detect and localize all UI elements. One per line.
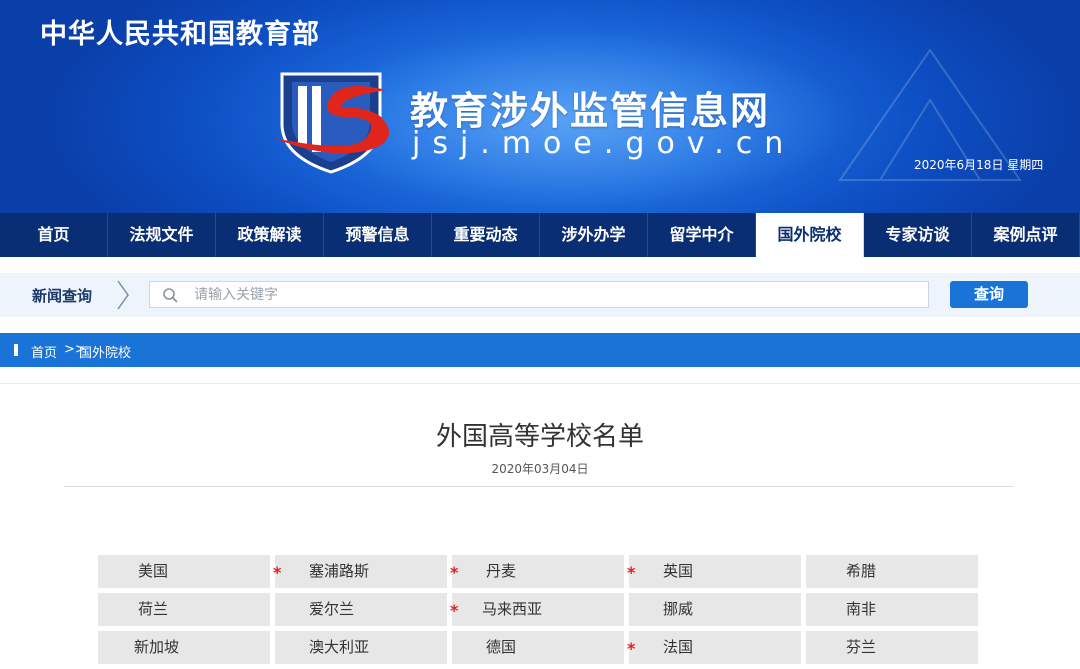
country-name: 南非 <box>846 600 877 618</box>
search-button[interactable]: 查询 <box>950 281 1028 308</box>
chevron-right-icon <box>117 280 129 310</box>
country-cell[interactable]: 芬兰 <box>806 631 978 664</box>
breadcrumb-current-link[interactable]: 国外院校 <box>79 342 131 361</box>
site-banner: 中华人民共和国教育部 教育涉外监管信息网 jsj.moe.gov.cn 2020… <box>0 0 1080 213</box>
search-icon <box>163 288 178 303</box>
country-cell[interactable]: 荷兰 <box>98 593 270 626</box>
country-cell[interactable]: * 马来西亚 <box>450 593 624 626</box>
article-title: 外国高等学校名单 <box>435 422 644 452</box>
country-row: 美国 * 塞浦路斯 * 丹麦 * 英国 希腊 <box>98 555 978 588</box>
nav-item-expert-interviews[interactable]: 专家访谈 <box>864 213 972 257</box>
country-name: 丹麦 <box>486 562 517 580</box>
asterisk-icon: * <box>273 563 282 582</box>
asterisk-icon: * <box>450 563 459 582</box>
country-cell[interactable]: 新加坡 <box>98 631 270 664</box>
ministry-name: 中华人民共和国教育部 <box>40 19 320 50</box>
country-cell[interactable]: * 丹麦 <box>450 555 624 588</box>
country-name: 希腊 <box>846 562 877 580</box>
country-cell[interactable]: * 英国 <box>627 555 801 588</box>
country-row: 荷兰 爱尔兰 * 马来西亚 挪威 南非 <box>98 593 978 626</box>
search-label: 新闻查询 <box>32 287 93 305</box>
current-date: 2020年6月18日 星期四 <box>914 158 1044 172</box>
country-table: 美国 * 塞浦路斯 * 丹麦 * 英国 希腊荷兰 爱尔兰 * 马来西亚 挪威 南非新加坡 澳大利亚 德国 * 法… <box>98 555 978 669</box>
country-cell[interactable]: 爱尔兰 <box>275 593 447 626</box>
country-cell[interactable]: * 塞浦路斯 <box>273 555 447 588</box>
nav-item-study-agencies[interactable]: 留学中介 <box>648 213 756 257</box>
search-input[interactable] <box>194 282 914 307</box>
nav-item-news[interactable]: 重要动态 <box>432 213 540 257</box>
country-name: 新加坡 <box>134 638 180 656</box>
breadcrumb-marker <box>14 344 18 356</box>
country-name: 荷兰 <box>138 600 169 618</box>
country-name: 塞浦路斯 <box>309 562 370 580</box>
nav-item-home[interactable]: 首页 <box>0 213 108 257</box>
country-name: 德国 <box>486 638 517 656</box>
title-divider <box>64 486 1014 487</box>
breadcrumb: 首页 >> 国外院校 <box>0 333 1080 367</box>
country-cell[interactable]: 美国 <box>98 555 270 588</box>
country-name: 马来西亚 <box>482 600 543 618</box>
country-cell[interactable]: * 法国 <box>627 631 801 664</box>
breadcrumb-home-link[interactable]: 首页 <box>31 342 57 361</box>
country-cell[interactable]: 澳大利亚 <box>275 631 447 664</box>
nav-item-foreign-institutions[interactable]: 国外院校 <box>756 213 864 257</box>
nav-item-policy-interpretation[interactable]: 政策解读 <box>216 213 324 257</box>
country-name: 美国 <box>138 562 169 580</box>
nav-item-regulations[interactable]: 法规文件 <box>108 213 216 257</box>
site-domain: jsj.moe.gov.cn <box>412 126 796 161</box>
country-name: 法国 <box>663 638 694 656</box>
nav-item-case-reviews[interactable]: 案例点评 <box>972 213 1080 257</box>
asterisk-icon: * <box>450 601 459 620</box>
nav-item-warnings[interactable]: 预警信息 <box>324 213 432 257</box>
country-name: 英国 <box>663 562 694 580</box>
article-content: 外国高等学校名单 2020年03月04日 美国 * 塞浦路斯 * 丹麦 * 英国 希腊荷兰 爱尔… <box>0 383 1080 664</box>
site-logo-icon[interactable] <box>268 68 398 176</box>
country-name: 芬兰 <box>846 638 877 656</box>
country-name: 爱尔兰 <box>309 600 355 618</box>
search-box <box>149 281 929 308</box>
country-cell[interactable]: 德国 <box>452 631 624 664</box>
country-cell[interactable]: 南非 <box>806 593 978 626</box>
country-name: 挪威 <box>663 600 694 618</box>
nav-item-foreign-cooperation[interactable]: 涉外办学 <box>540 213 648 257</box>
asterisk-icon: * <box>627 563 636 582</box>
main-nav: 首页 法规文件 政策解读 预警信息 重要动态 涉外办学 留学中介 国外院校 专家… <box>0 213 1080 257</box>
country-row: 新加坡 澳大利亚 德国 * 法国 芬兰 <box>98 631 978 664</box>
asterisk-icon: * <box>627 639 636 658</box>
news-search-bar: 新闻查询 查询 <box>0 273 1080 317</box>
country-cell[interactable]: 挪威 <box>629 593 801 626</box>
country-name: 澳大利亚 <box>309 638 370 656</box>
article-date: 2020年03月04日 <box>491 462 589 476</box>
country-cell[interactable]: 希腊 <box>806 555 978 588</box>
